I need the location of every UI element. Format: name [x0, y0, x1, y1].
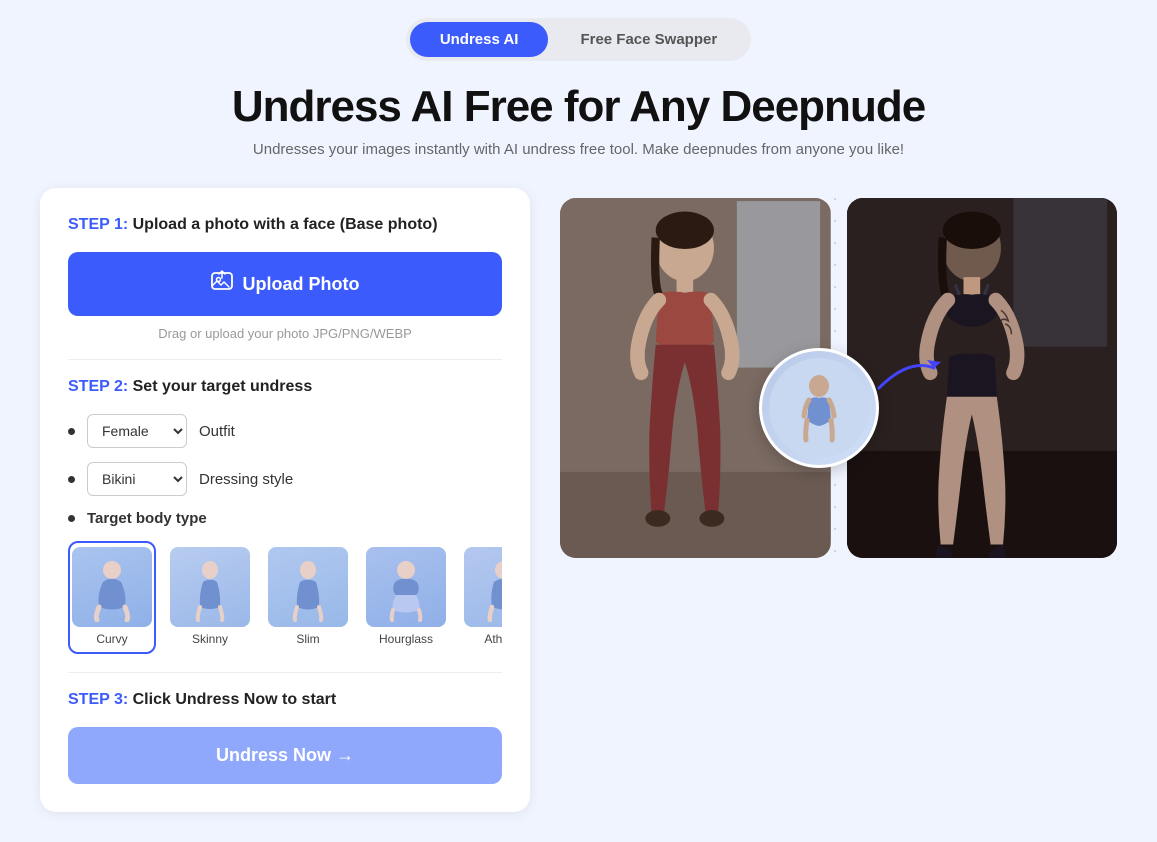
- main-content: STEP 1: Upload a photo with a face (Base…: [0, 168, 1157, 842]
- body-img-curvy: [72, 547, 152, 627]
- arrow-area: [759, 348, 879, 468]
- body-card-hourglass[interactable]: Hourglass: [362, 541, 450, 654]
- outfit-label: Outfit: [199, 423, 235, 440]
- drag-hint: Drag or upload your photo JPG/PNG/WEBP: [68, 326, 502, 341]
- bullet3: [68, 515, 75, 522]
- undress-now-button[interactable]: Undress Now →: [68, 727, 502, 784]
- divider1: [68, 359, 502, 360]
- upload-button-label: Upload Photo: [243, 274, 360, 295]
- hero-section: Undress AI Free for Any Deepnude Undress…: [0, 71, 1157, 168]
- label-curvy: Curvy: [96, 632, 127, 646]
- body-type-cards: Curvy Skinny: [68, 541, 502, 654]
- body-card-slim[interactable]: Slim: [264, 541, 352, 654]
- step2-text2: Set your target undress: [133, 378, 313, 395]
- inset-svg: [769, 358, 869, 458]
- step2-options: Female Male Outfit Bikini Nude Lingerie …: [68, 414, 502, 496]
- upload-icon: [211, 270, 233, 298]
- undress-btn-label: Undress Now →: [216, 745, 354, 766]
- tab-undress-ai[interactable]: Undress AI: [410, 22, 549, 57]
- outfit-row: Female Male Outfit: [68, 414, 502, 448]
- circle-inset: [759, 348, 879, 468]
- hero-subtitle: Undresses your images instantly with AI …: [20, 141, 1137, 158]
- step2-heading: STEP 2: Set your target undress: [68, 378, 502, 396]
- bullet2: [68, 476, 75, 483]
- style-select[interactable]: Bikini Nude Lingerie: [87, 462, 187, 496]
- dressing-label: Dressing style: [199, 471, 293, 488]
- step3-text2: Click Undress Now to start: [133, 691, 337, 708]
- top-nav: Undress AI Free Face Swapper: [0, 0, 1157, 71]
- body-card-athletic[interactable]: Athletic: [460, 541, 502, 654]
- body-type-row: Target body type: [68, 510, 502, 527]
- bullet1: [68, 428, 75, 435]
- curved-arrow-svg: [869, 338, 949, 398]
- gender-select[interactable]: Female Male: [87, 414, 187, 448]
- label-athletic: Athletic: [484, 632, 502, 646]
- body-img-hourglass: [366, 547, 446, 627]
- step1-heading: STEP 1: Upload a photo with a face (Base…: [68, 216, 502, 234]
- label-hourglass: Hourglass: [379, 632, 433, 646]
- step2-label: STEP 2:: [68, 378, 128, 395]
- step3-label: STEP 3:: [68, 691, 128, 708]
- preview-area: Before: [560, 198, 1117, 568]
- tab-face-swapper[interactable]: Free Face Swapper: [550, 22, 747, 57]
- right-panel: Before: [560, 188, 1117, 568]
- divider2: [68, 672, 502, 673]
- body-type-label: Target body type: [87, 510, 207, 527]
- upload-photo-button[interactable]: Upload Photo: [68, 252, 502, 316]
- label-slim: Slim: [296, 632, 319, 646]
- body-img-slim: [268, 547, 348, 627]
- style-row: Bikini Nude Lingerie Dressing style: [68, 462, 502, 496]
- step1-label: STEP 1:: [68, 216, 128, 233]
- body-card-skinny[interactable]: Skinny: [166, 541, 254, 654]
- body-card-curvy[interactable]: Curvy: [68, 541, 156, 654]
- body-img-skinny: [170, 547, 250, 627]
- hero-title: Undress AI Free for Any Deepnude: [20, 83, 1137, 131]
- left-panel: STEP 1: Upload a photo with a face (Base…: [40, 188, 530, 812]
- step1-text2: Upload a photo with a face (Base photo): [133, 216, 438, 233]
- step3-heading: STEP 3: Click Undress Now to start: [68, 691, 502, 709]
- body-img-athletic: [464, 547, 502, 627]
- tab-container: Undress AI Free Face Swapper: [406, 18, 751, 61]
- label-skinny: Skinny: [192, 632, 228, 646]
